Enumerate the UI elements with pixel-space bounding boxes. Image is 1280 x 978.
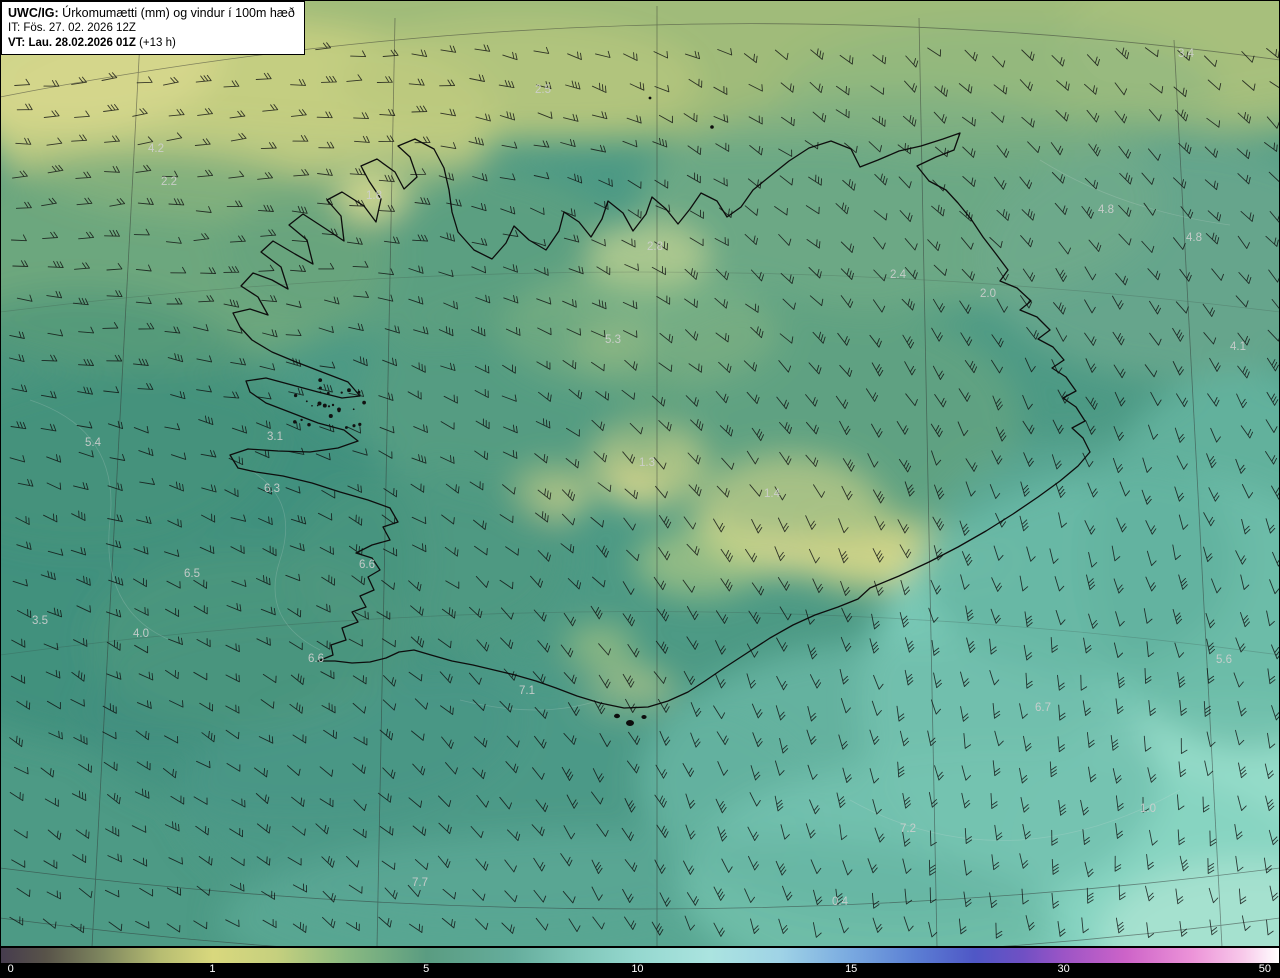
field-value-label: 6.6 [359, 559, 375, 571]
field-value-label: 5.6 [1216, 654, 1232, 666]
field-value-label: 7.1 [519, 685, 535, 697]
valid-time-label: VT: [8, 36, 26, 49]
colorbar-tick: 10 [631, 963, 644, 975]
forecast-map-page: 3.4 2.5 4.2 2.2 1.8 4.8 4.8 2.8 2.4 2.0 5.3 4.1 3.1 5… [0, 0, 1280, 978]
product-code: UWC/IG: [8, 6, 59, 20]
product-title-line: UWC/IG: Úrkomumætti (mm) og vindur í 100… [8, 5, 295, 21]
colorbar-strip: 0 1 5 10 15 30 50 [0, 947, 1280, 978]
init-time-line: IT: Fös. 27. 02. 2026 12Z [8, 21, 295, 36]
init-time-value: Fös. 27. 02. 2026 12Z [23, 22, 136, 34]
field-value-label: 5.4 [85, 437, 102, 449]
field-value-label: 1.8 [366, 190, 382, 202]
field-value-label: 1.4 [764, 488, 781, 500]
valid-time-value: Lau. 28.02.2026 01Z [28, 36, 136, 49]
colorbar-tick: 0 [7, 963, 14, 975]
valid-time-offset: (+13 h) [139, 36, 176, 49]
colorbar-tick: 30 [1057, 963, 1070, 975]
colorbar-tick-labels: 0 1 5 10 15 30 50 [0, 947, 1280, 978]
field-value-label: 6.7 [1035, 702, 1051, 714]
field-value-label: 3.5 [32, 615, 48, 627]
field-value-label: 6.6 [308, 653, 324, 665]
colorbar-tick: 15 [845, 963, 858, 975]
field-value-label: 4.8 [1098, 204, 1114, 216]
valid-time-line: VT: Lau. 28.02.2026 01Z (+13 h) [8, 36, 295, 51]
field-value-label: 4.1 [1230, 341, 1246, 353]
field-value-label: 3.1 [267, 431, 283, 443]
field-value-label: 4.2 [148, 143, 164, 155]
field-value-label: 4.0 [133, 628, 149, 640]
init-time-label: IT: [8, 22, 21, 34]
forecast-info-box: UWC/IG: Úrkomumætti (mm) og vindur í 100… [1, 1, 305, 56]
field-value-label: 1.3 [639, 457, 655, 469]
weather-map: 3.4 2.5 4.2 2.2 1.8 4.8 4.8 2.8 2.4 2.0 5.3 4.1 3.1 5… [0, 0, 1280, 947]
field-value-label: 2.5 [535, 84, 551, 96]
field-value-label: 4.8 [1186, 232, 1202, 244]
field-value-label: 6.5 [184, 568, 200, 580]
field-value-label: 2.8 [647, 241, 663, 253]
field-value-label: 2.4 [890, 269, 907, 281]
field-value-label: 7.2 [900, 823, 916, 835]
field-value-label: 2.0 [980, 288, 996, 300]
colorbar-tick: 5 [423, 963, 430, 975]
colorbar-tick: 50 [1258, 963, 1272, 975]
field-value-label: 5.3 [605, 334, 621, 346]
field-value-label: 2.2 [161, 176, 177, 188]
colorbar-tick: 1 [209, 963, 216, 975]
field-value-label: 7.7 [412, 877, 428, 889]
field-value-label: 1.0 [1140, 803, 1156, 815]
field-value-label: 6.3 [264, 483, 280, 495]
product-title: Úrkomumætti (mm) og vindur í 100m hæð [62, 6, 295, 20]
field-value-label: 3.4 [1178, 48, 1195, 60]
field-value-label: 0.4 [832, 896, 849, 908]
